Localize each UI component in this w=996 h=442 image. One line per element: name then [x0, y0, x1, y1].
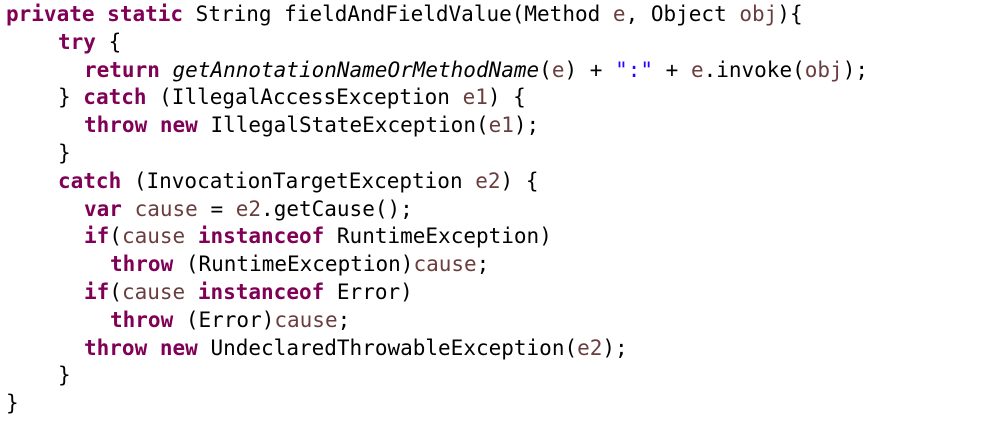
variable-token: cause — [413, 252, 477, 277]
code-token: } — [58, 141, 71, 165]
code-token: + — [653, 57, 691, 82]
code-line: catch (InvocationTargetException e2) { — [58, 167, 538, 195]
code-token: (IllegalAccessException — [146, 85, 463, 110]
code-token: (InvocationTargetException — [121, 168, 476, 193]
keyword-token: return — [84, 57, 160, 82]
keyword-token: static — [107, 2, 184, 26]
code-token: = — [197, 196, 236, 221]
variable-token: cause — [121, 280, 186, 304]
code-line: if(cause instanceof Error) — [84, 278, 413, 306]
variable-token: obj — [739, 2, 778, 26]
code-token: ( — [109, 224, 122, 249]
code-token: UndeclaredThrowableException( — [197, 335, 578, 360]
code-token: (Error) — [173, 307, 275, 332]
keyword-token: new — [159, 113, 198, 138]
code-line: var cause = e2.getCause(); — [84, 195, 413, 223]
code-token: } — [58, 85, 84, 110]
code-line: throw new IllegalStateException(e1); — [84, 111, 539, 139]
code-token: { — [95, 29, 122, 54]
code-line: } — [6, 389, 19, 417]
code-line: } — [58, 139, 71, 167]
code-token: ; — [476, 252, 490, 277]
variable-token: e2 — [577, 335, 603, 360]
code-line: } — [58, 361, 71, 389]
variable-token: cause — [134, 196, 198, 221]
code-line: } catch (IllegalAccessException e1) { — [58, 83, 526, 111]
variable-token: e1 — [462, 85, 488, 110]
keyword-token: catch — [83, 85, 147, 110]
code-token: IllegalStateException( — [197, 113, 489, 138]
code-token: ); — [602, 335, 628, 360]
code-token: RuntimeException) — [324, 224, 552, 249]
variable-token: cause — [121, 224, 186, 249]
code-line: try { — [58, 28, 121, 56]
code-token: } — [6, 391, 19, 416]
method-call-token: getAnnotationNameOrMethodName — [172, 57, 540, 82]
code-token: String fieldAndFieldValue(Method — [183, 2, 613, 26]
code-token: ( — [539, 57, 552, 82]
code-token: ( — [109, 280, 122, 304]
string-token: ":" — [615, 57, 653, 82]
keyword-token: throw — [110, 307, 174, 332]
variable-token: cause — [274, 307, 338, 332]
code-token: ); — [513, 113, 540, 138]
code-token: .invoke( — [703, 57, 805, 82]
keyword-token: if — [84, 224, 110, 249]
keyword-token: throw — [84, 113, 148, 138]
variable-token: e2 — [475, 168, 501, 193]
code-token: , Object — [625, 2, 740, 26]
code-token: ) { — [500, 168, 539, 193]
variable-token: e — [690, 57, 704, 82]
keyword-token: instanceof — [197, 280, 325, 304]
code-line: return getAnnotationNameOrMethodName(e) … — [84, 56, 868, 84]
code-line: private static String fieldAndFieldValue… — [6, 0, 803, 28]
code-line: throw new UndeclaredThrowableException(e… — [84, 334, 628, 362]
keyword-token: if — [84, 280, 110, 304]
code-token: ); — [842, 57, 868, 82]
code-token: ){ — [777, 2, 803, 26]
variable-token: e — [551, 57, 565, 82]
keyword-token: instanceof — [197, 224, 325, 249]
code-line: if(cause instanceof RuntimeException) — [84, 222, 552, 250]
variable-token: obj — [804, 57, 843, 82]
keyword-token: throw — [84, 335, 148, 360]
code-token: ; — [337, 307, 351, 332]
code-token: .getCause(); — [261, 196, 413, 221]
variable-token: e — [612, 2, 626, 26]
code-token: ) { — [487, 85, 526, 110]
code-token: Error) — [324, 280, 413, 304]
keyword-token: new — [159, 335, 198, 360]
code-line: throw (Error)cause; — [110, 306, 350, 334]
keyword-token: var — [84, 196, 122, 221]
code-token: ) + — [564, 57, 616, 82]
code-token: } — [58, 363, 71, 388]
variable-token: e2 — [235, 196, 262, 221]
code-line: throw (RuntimeException)cause; — [110, 250, 489, 278]
keyword-token: catch — [58, 168, 122, 193]
keyword-token: try — [58, 29, 96, 54]
variable-token: e1 — [488, 113, 514, 138]
code-token: (RuntimeException) — [173, 252, 414, 277]
keyword-token: throw — [110, 252, 174, 277]
code-editor[interactable]: private static String fieldAndFieldValue… — [6, 0, 992, 442]
keyword-token: private — [6, 2, 95, 26]
